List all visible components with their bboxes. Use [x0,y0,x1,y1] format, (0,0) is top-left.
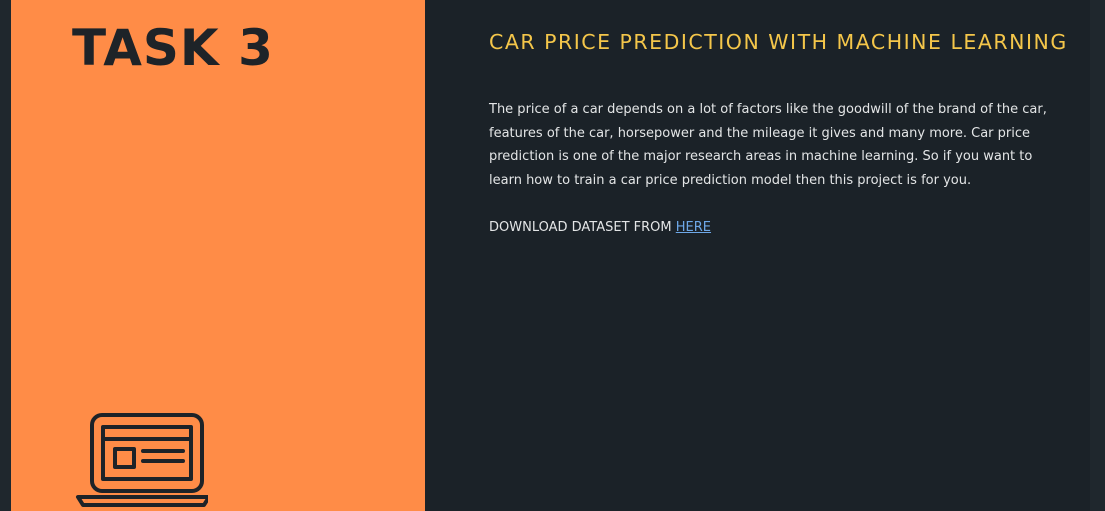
laptop-icon [76,413,208,507]
left-border [0,0,11,511]
download-dataset-line: DOWNLOAD DATASET FROM HERE [489,216,711,240]
task-title: TASK 3 [72,19,274,77]
project-description: The price of a car depends on a lot of f… [489,102,1047,189]
right-border [1090,0,1105,511]
description-panel: CAR PRICE PREDICTION WITH MACHINE LEARNI… [425,0,1090,511]
download-here-link[interactable]: HERE [676,220,711,235]
task-panel: TASK 3 [11,0,425,511]
download-label: DOWNLOAD DATASET FROM [489,220,676,235]
page: TASK 3 CAR PRICE PREDICTION WITH MACHINE… [0,0,1105,511]
project-headline: CAR PRICE PREDICTION WITH MACHINE LEARNI… [489,30,1068,54]
